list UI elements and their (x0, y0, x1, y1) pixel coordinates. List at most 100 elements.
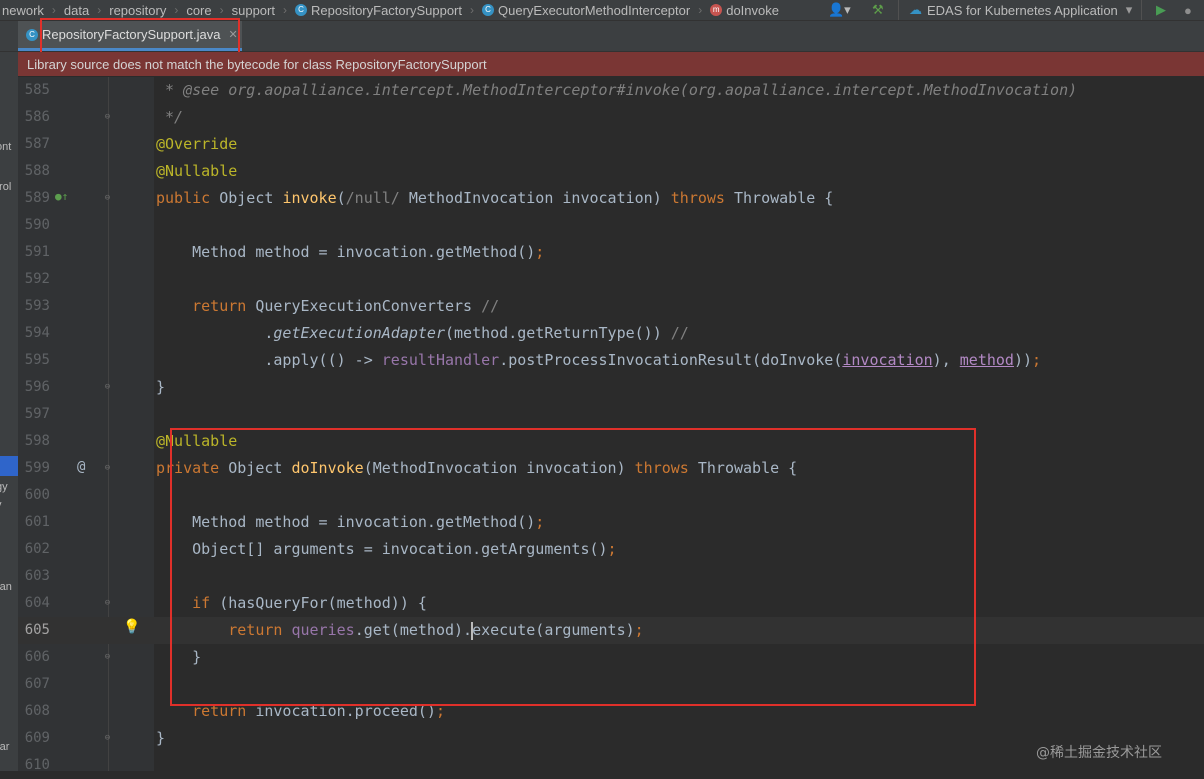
code-line[interactable]: 595 .apply(() -> resultHandler.postProce… (0, 347, 1204, 374)
code-line[interactable]: 589 ⊖ public Object invoke(/null/ MethodIn… (0, 185, 1204, 212)
line-number: 586 (24, 109, 50, 125)
run-icon[interactable]: ▶ (1156, 0, 1166, 20)
breadcrumb-item-framework[interactable]: nework (0, 3, 46, 18)
implements-method-icon[interactable]: ●↑ (55, 190, 68, 203)
close-icon[interactable]: ✕ (228, 28, 237, 41)
code-line[interactable]: 601 Method method = invocation.getMethod… (0, 509, 1204, 536)
code-token: Object[] arguments = invocation.getArgum… (156, 540, 608, 558)
code-text: .apply(() -> resultHandler.postProcessIn… (156, 347, 1041, 374)
code-token: Object (219, 189, 283, 207)
code-token: } (156, 378, 166, 396)
code-token: * @see org.aopalliance.intercept.MethodI… (156, 81, 1078, 99)
code-token: } (156, 648, 202, 666)
code-line[interactable]: 599 ⊖ private Object doInvoke(MethodInvoca… (0, 455, 1204, 482)
code-text: } (156, 725, 165, 752)
fold-icon[interactable]: ⊖ (103, 382, 112, 392)
code-token: getExecutionAdapter (273, 324, 445, 342)
code-token: @Nullable (156, 162, 238, 180)
line-number: 597 (24, 406, 50, 422)
code-text: .getExecutionAdapter(method.getReturnTyp… (156, 320, 689, 347)
code-token: return (156, 297, 256, 315)
code-text: * @see org.aopalliance.intercept.MethodI… (156, 77, 1077, 104)
code-token: ( (336, 189, 346, 207)
code-text: } (156, 644, 201, 671)
build-hammer-icon[interactable]: ⚒ (872, 0, 884, 20)
code-token: public (156, 189, 220, 207)
annotation-at-icon[interactable]: @ (77, 459, 85, 475)
code-line[interactable]: 586 ⊖ */ (0, 104, 1204, 131)
code-token: ; (634, 621, 644, 639)
breadcrumb-item-repository[interactable]: repository (107, 3, 168, 18)
code-line[interactable]: 602 Object[] arguments = invocation.getA… (0, 536, 1204, 563)
code-token: ), (932, 351, 960, 369)
code-token: method (959, 351, 1014, 369)
breadcrumb-item-inner-class[interactable]: C QueryExecutorMethodInterceptor (480, 3, 692, 18)
fold-icon[interactable]: ⊖ (103, 112, 112, 122)
breadcrumb-item-core[interactable]: core (184, 3, 213, 18)
line-number: 609 (24, 730, 50, 746)
code-token: Object (228, 459, 292, 477)
code-line[interactable]: 594 .getExecutionAdapter(method.getRetur… (0, 320, 1204, 347)
breadcrumb-item-class[interactable]: C RepositoryFactorySupport (293, 3, 464, 18)
chevron-right-icon: › (470, 3, 474, 17)
code-token: // (670, 324, 689, 342)
chevron-right-icon: › (51, 3, 56, 17)
code-text: return queries.get(method).execute(argum… (156, 617, 644, 644)
line-number: 591 (24, 244, 50, 260)
fold-icon[interactable]: ⊖ (103, 463, 112, 473)
line-number: 592 (24, 271, 50, 287)
chevron-right-icon: › (219, 3, 224, 17)
code-line[interactable]: 593 return QueryExecutionConverters // (0, 293, 1204, 320)
code-text: } (156, 374, 165, 401)
code-line[interactable]: 608 return invocation.proceed(); (0, 698, 1204, 725)
navigation-bar: nework › data › repository › core › supp… (0, 0, 1204, 21)
fold-icon[interactable]: ⊖ (103, 193, 112, 203)
code-line[interactable]: 588 @Nullable (0, 158, 1204, 185)
code-token: invocation.proceed() (255, 702, 436, 720)
code-token: (method.getReturnType()) (445, 324, 671, 342)
lightbulb-icon[interactable]: 💡 (123, 619, 140, 635)
code-line[interactable]: 591 Method method = invocation.getMethod… (0, 239, 1204, 266)
code-token: execute(arguments) (472, 621, 635, 639)
fold-icon[interactable]: ⊖ (103, 652, 112, 662)
code-line[interactable]: 609 ⊖} (0, 725, 1204, 752)
code-line[interactable]: 590 (0, 212, 1204, 239)
line-number: 593 (24, 298, 50, 314)
debug-icon[interactable]: ● (1184, 0, 1192, 20)
code-text: if (hasQueryFor(method)) { (156, 590, 427, 617)
run-configuration-selector[interactable]: ☁ EDAS for Kubernetes Application ▾ (898, 0, 1142, 20)
code-line[interactable]: 607 (0, 671, 1204, 698)
code-line[interactable]: 605 return queries.get(method).execute(a… (0, 617, 1204, 644)
line-number: 606 (24, 649, 50, 665)
code-line[interactable]: 597 (0, 401, 1204, 428)
tab-repository-factory-support[interactable]: C RepositoryFactorySupport.java ✕ (18, 21, 242, 51)
cloud-icon: ☁ (909, 2, 922, 17)
code-token: throws (670, 189, 734, 207)
breadcrumb-item-support[interactable]: support (230, 3, 277, 18)
breadcrumb-item-method[interactable]: m doInvoke (708, 3, 781, 18)
chevron-right-icon: › (174, 3, 179, 17)
code-line[interactable]: 606 ⊖ } (0, 644, 1204, 671)
code-token: (MethodInvocation invocation) (363, 459, 635, 477)
code-line[interactable]: 585 * @see org.aopalliance.intercept.Met… (0, 77, 1204, 104)
user-icon[interactable]: 👤▾ (828, 0, 851, 20)
code-line[interactable]: 600 (0, 482, 1204, 509)
breadcrumb-item-data[interactable]: data (62, 3, 91, 18)
code-token: .get(method). (354, 621, 473, 639)
code-token: // (481, 297, 500, 315)
code-token: private (156, 459, 229, 477)
code-text: @Nullable (156, 428, 237, 455)
code-line[interactable]: 592 (0, 266, 1204, 293)
code-token: return (156, 702, 256, 720)
code-line[interactable]: 587 @Override (0, 131, 1204, 158)
line-number: 595 (24, 352, 50, 368)
code-line[interactable]: 604 ⊖ if (hasQueryFor(method)) { (0, 590, 1204, 617)
code-line[interactable]: 596 ⊖} (0, 374, 1204, 401)
code-line[interactable]: 598 @Nullable (0, 428, 1204, 455)
fold-icon[interactable]: ⊖ (103, 598, 112, 608)
code-line[interactable]: 603 (0, 563, 1204, 590)
code-text: Method method = invocation.getMethod(); (156, 239, 544, 266)
fold-icon[interactable]: ⊖ (103, 733, 112, 743)
line-number: 599 (24, 460, 50, 476)
code-line[interactable]: 610 (0, 752, 1204, 779)
